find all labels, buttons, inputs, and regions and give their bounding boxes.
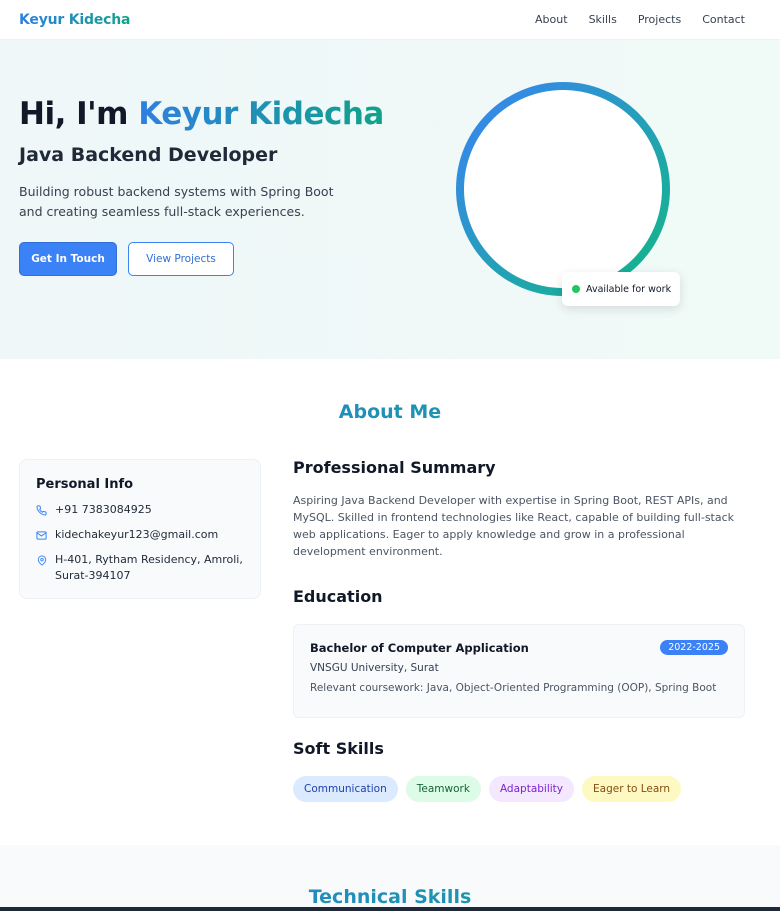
professional-summary-heading: Professional Summary (293, 458, 496, 477)
get-in-touch-button[interactable]: Get In Touch (19, 242, 117, 276)
soft-skill-chip: Teamwork (405, 776, 481, 802)
technical-skills-title: Technical Skills (0, 886, 780, 908)
hero-greeting: Hi, I'm (19, 96, 139, 132)
view-projects-button[interactable]: View Projects (128, 242, 234, 276)
university-name: VNSGU University, Surat (310, 662, 439, 674)
profile-image-ring (456, 82, 670, 296)
email-address[interactable]: kidechakeyur123@gmail.com (55, 527, 218, 543)
soft-skill-chip: Adaptability (488, 776, 574, 802)
location-pin-icon (36, 552, 47, 568)
status-dot-icon (572, 285, 580, 293)
education-years-badge: 2022-2025 (660, 640, 728, 655)
hero-name: Keyur Kidecha (138, 96, 384, 132)
availability-text: Available for work (586, 283, 672, 295)
phone-number[interactable]: +91 7383084925 (55, 502, 152, 518)
hero-heading: Hi, I'm Keyur Kidecha (19, 96, 384, 132)
hero-section: Hi, I'm Keyur Kidecha Java Backend Devel… (0, 40, 780, 359)
soft-skill-chip: Communication (293, 776, 398, 802)
address-text: H-401, Rytham Residency, Amroli, Surat-3… (55, 553, 243, 582)
education-card: Bachelor of Computer Application 2022-20… (293, 624, 745, 718)
window-bottom-edge (0, 907, 780, 911)
brand-logo[interactable]: Keyur Kidecha (19, 12, 130, 28)
nav-links: About Skills Projects Contact (535, 13, 745, 26)
education-heading: Education (293, 587, 383, 606)
availability-badge: Available for work (562, 272, 680, 306)
hero-role: Java Backend Developer (19, 144, 278, 166)
about-details: Professional Summary Aspiring Java Backe… (293, 458, 745, 802)
email-row: kidechakeyur123@gmail.com (36, 527, 244, 543)
soft-skills-heading: Soft Skills (293, 739, 384, 758)
hero-tagline: Building robust backend systems with Spr… (19, 184, 334, 219)
mail-icon (36, 527, 47, 543)
soft-skill-chip: Eager to Learn (582, 776, 682, 802)
soft-skills-list: Communication Teamwork Adaptability Eage… (293, 776, 682, 802)
coursework-text: Relevant coursework: Java, Object-Orient… (310, 682, 717, 694)
profile-image (464, 90, 662, 288)
nav-link-projects[interactable]: Projects (638, 13, 681, 26)
phone-row: +91 7383084925 (36, 502, 244, 518)
nav-link-about[interactable]: About (535, 13, 568, 26)
personal-info-card: Personal Info +91 7383084925 kidechakeyu… (19, 459, 261, 599)
about-section-title: About Me (0, 401, 780, 423)
personal-info-heading: Personal Info (36, 477, 134, 492)
phone-icon (36, 502, 47, 518)
top-nav: Keyur Kidecha About Skills Projects Cont… (0, 0, 780, 40)
nav-link-skills[interactable]: Skills (589, 13, 617, 26)
nav-link-contact[interactable]: Contact (702, 13, 745, 26)
professional-summary-text: Aspiring Java Backend Developer with exp… (293, 494, 735, 558)
address-row: H-401, Rytham Residency, Amroli, Surat-3… (36, 552, 244, 584)
